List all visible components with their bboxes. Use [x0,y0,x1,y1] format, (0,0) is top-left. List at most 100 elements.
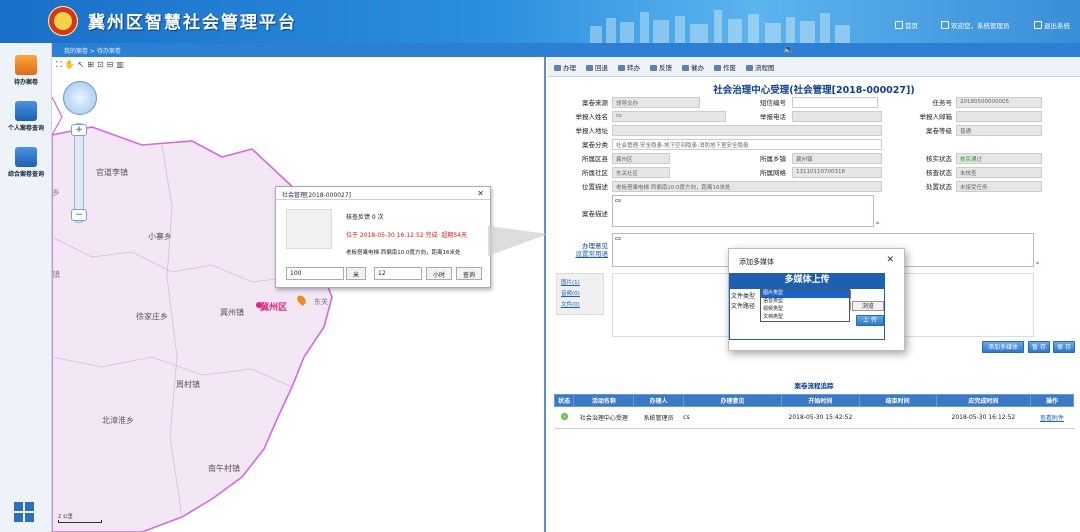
label-task-no: 任务号 [932,99,953,107]
toolbar-label: 反馈 [659,64,672,72]
source-select[interactable]: 领导交办 [612,97,700,108]
time-input[interactable]: 12 [374,267,422,280]
address-field[interactable] [612,125,882,136]
time-unit-button[interactable]: 小时 [426,267,452,280]
toolbar-transfer-button[interactable]: 转办 [618,62,640,72]
distance-input[interactable]: 100 [286,267,344,280]
toolbar-urge-button[interactable]: 催办 [682,62,704,72]
toolbar-label: 转办 [627,64,640,72]
table-row: 社会治理中心受理 系统管理员 cs 2018-05-30 15:42:52 20… [554,406,1074,429]
left-sidebar: 待办案卷 个人案卷查询 综合案卷查询 [0,43,52,532]
scale-bar [58,520,102,523]
form-title: 社会治理中心受理(社会管理[2018-000027]) [713,85,915,96]
sidebar-item-label: 综合案卷查询 [7,171,44,178]
popup-address: 老板搭乘电梯 西偏南10.0度方向，距离16米处 [346,250,461,256]
reporter-field[interactable]: cs [612,111,726,122]
email-field[interactable] [956,111,1042,122]
home-link[interactable]: 首页 [895,20,918,30]
save-button[interactable]: 保 存 [1053,341,1075,353]
upload-button[interactable]: 上 传 [856,315,884,326]
category-field[interactable]: 社会管理-安全隐患-地下空间隐患-消防地下室安全隐患 [612,139,882,150]
zoom-out-button[interactable]: − [71,209,87,221]
town-field[interactable]: 冀州镇 [792,153,882,164]
col-header: 开始时间 [781,394,860,407]
case-photo-thumbnail[interactable] [286,209,332,249]
description-textarea[interactable]: cs [612,195,874,227]
label-town: 所属乡镇 [760,155,786,163]
attachment-audio-link[interactable]: 音频(0) [561,289,599,297]
query-button[interactable]: 查询 [456,267,482,280]
map-panel[interactable]: ⛶✋↖⊞⊡⊟▥ + − 官道李镇 小寨乡 徐家庄乡 冀州镇 周村镇 北漳淮乡 南… [52,57,546,532]
toolbar-handle-button[interactable]: 办理 [554,62,576,72]
toolbar-flowchart-button[interactable]: 流程图 [746,62,775,72]
col-header: 应完成时间 [935,394,1032,407]
add-media-button[interactable]: 添加多媒体 [982,341,1024,353]
option-voice[interactable]: 语音类型 [761,298,849,306]
close-icon[interactable]: ✕ [477,189,484,198]
rollback-icon [586,65,593,71]
map-pan-control[interactable] [63,81,97,115]
status-cell [554,406,574,429]
toolbar-rollback-button[interactable]: 回退 [586,62,608,72]
pending-cases-icon [15,55,37,75]
file-type-dropdown[interactable]: 图片类型 语音类型 视频类型 文档类型 [760,289,850,322]
breadcrumb: 我的案卷 > 待办案卷 [52,43,1080,57]
sidebar-item-integrated-query[interactable]: 综合案卷查询 [0,147,52,178]
sidebar-item-label: 个人案卷查询 [7,125,44,132]
location-field[interactable]: 老板搭乘电梯 西偏南10.0度方向，距离16米处 [612,181,882,192]
district-marker-icon [256,302,262,308]
case-toolbar: 办理 回退 转办 反馈 催办 作废 流程图 [548,57,1080,77]
grid-apps-icon[interactable] [14,502,34,522]
toolbar-label: 作废 [723,64,736,72]
app-title: 冀州区智慧社会管理平台 [88,13,297,33]
sidebar-item-pending[interactable]: 待办案卷 [0,55,52,86]
temp-save-button[interactable]: 暂 存 [1028,341,1050,353]
sms-no-field[interactable] [792,97,878,108]
activity-cell: 社会治理中心受理 [573,406,634,429]
app-header: 冀州区智慧社会管理平台 首页 欢迎您，系统管理员 退出系统 [0,0,1080,43]
toolbar-feedback-button[interactable]: 反馈 [650,62,672,72]
speaker-icon[interactable]: 🔈 [783,45,794,55]
district-field[interactable]: 冀州区 [612,153,670,164]
phone-field[interactable] [792,111,882,122]
place-label: 官道李镇 [96,168,128,177]
city-skyline-decoration [590,10,850,43]
personal-query-icon [15,101,37,121]
welcome-user[interactable]: 欢迎您，系统管理员 [941,20,1010,30]
home-label: 首页 [905,22,918,30]
option-document[interactable]: 文档类型 [761,314,849,322]
track-table: 状态 活动名称 办理人 办理意见 开始时间 结束时间 应完成时间 操作 社会治理… [553,394,1074,429]
case-info-popup: 社会管理[2018-000027] ✕ 核查反馈 0 次 位于 2018-05-… [275,186,491,288]
required-marker: * [876,221,879,228]
place-label-partial-2: 乡 [52,188,60,197]
distance-unit-button[interactable]: 米 [346,267,366,280]
end-time-cell [859,406,937,429]
district-label: 冀州区 [260,303,288,313]
close-icon[interactable]: ✕ [886,255,894,265]
grid-field[interactable]: 13110110700318 [792,167,882,178]
col-header: 活动名称 [573,394,635,407]
required-marker: * [1036,261,1039,268]
attachment-image-link[interactable]: 图片(1) [561,278,599,286]
zoom-in-button[interactable]: + [71,124,87,136]
attachment-file-link[interactable]: 文件(0) [561,300,599,308]
set-common-phrase-link[interactable]: 设置常用语 [556,248,609,258]
option-video[interactable]: 视频类型 [761,306,849,314]
view-attachment-link[interactable]: 查看附件 [1030,406,1074,429]
logout-link[interactable]: 退出系统 [1034,20,1070,30]
map-toolbar[interactable]: ⛶✋↖⊞⊡⊟▥ [56,60,127,70]
community-field[interactable]: 东关社区 [612,167,670,178]
place-label: 徐家庄乡 [136,312,168,321]
task-no-field[interactable]: 20180500000005 [956,97,1042,108]
browse-button[interactable]: 浏览 [852,301,884,311]
start-time-cell: 2018-05-30 15:42:52 [781,406,859,429]
map-scale: 2 公里 [58,513,102,523]
level-select[interactable]: 普通 [956,125,1042,136]
map-zoom-slider[interactable] [74,123,84,223]
home-icon [895,21,903,29]
place-label: 小寨乡 [148,232,172,241]
label-category: 案卷分类 [582,141,608,149]
option-image[interactable]: 图片类型 [761,290,849,298]
toolbar-void-button[interactable]: 作废 [714,62,736,72]
sidebar-item-personal-query[interactable]: 个人案卷查询 [0,101,52,132]
